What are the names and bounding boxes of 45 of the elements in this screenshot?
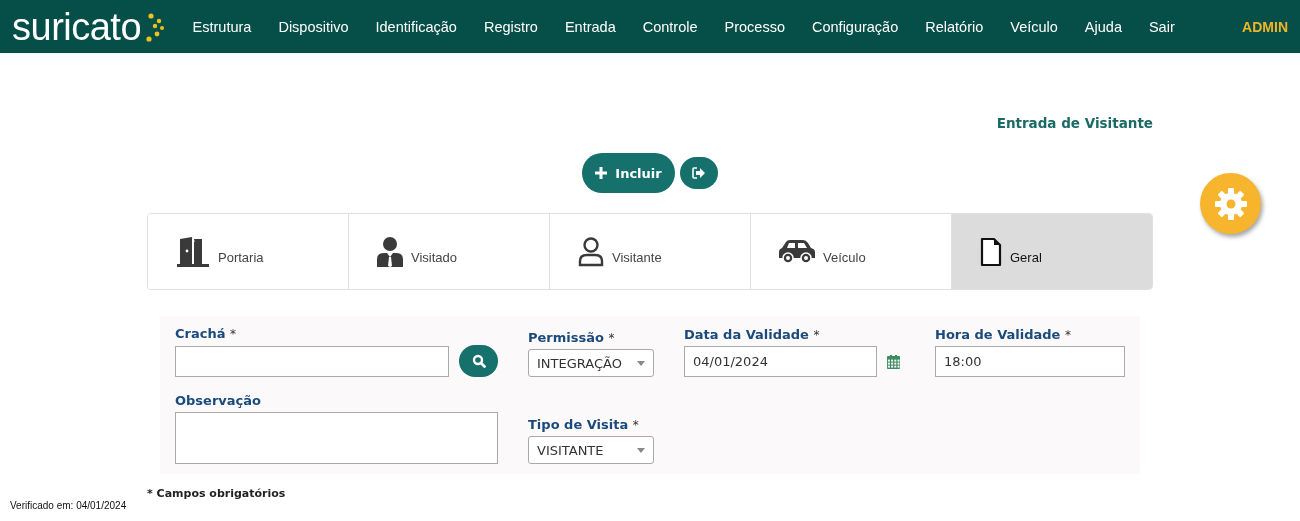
nav-menu-item[interactable]: Processo <box>711 18 799 35</box>
observation-textarea[interactable] <box>175 412 498 464</box>
logo-text: suricato <box>12 7 142 46</box>
gear-icon <box>1213 186 1248 221</box>
field-label: Permissão * <box>528 330 616 345</box>
car-icon <box>779 239 815 264</box>
nav-menu-item[interactable]: Estrutura <box>179 18 265 35</box>
field-label: Observação <box>175 393 262 408</box>
field-label: Hora de Validade * <box>935 327 1072 342</box>
exit-button[interactable] <box>679 157 718 189</box>
page-title: Entrada de Visitante <box>996 115 1153 131</box>
nav-menu-item[interactable]: Registro <box>470 18 552 35</box>
nav-menu-item[interactable]: Sair <box>1135 18 1189 35</box>
search-icon <box>471 354 486 368</box>
include-button[interactable]: Incluir <box>582 153 675 193</box>
calendar-icon[interactable] <box>887 354 900 369</box>
field-label: Tipo de Visita * <box>528 417 640 432</box>
nav-menu-item[interactable]: Dispositivo <box>264 18 362 35</box>
businessman-icon <box>377 236 403 267</box>
door-icon <box>176 236 210 267</box>
nav-menu-item[interactable]: Veículo <box>996 18 1072 35</box>
nav-menu-item[interactable]: Ajuda <box>1071 18 1136 35</box>
field-label: Data da Validade * <box>684 327 821 342</box>
search-button[interactable] <box>459 345 498 377</box>
user-menu[interactable]: ADMIN <box>1242 18 1288 35</box>
nav-menu-item[interactable]: Relatório <box>911 18 997 35</box>
document-icon <box>980 236 1002 267</box>
wizard-step-tab[interactable]: Portaria <box>148 214 349 289</box>
plus-icon <box>595 167 608 179</box>
dots-icon <box>143 11 166 42</box>
select-dropdown[interactable]: INTEGRAÇÃO <box>528 349 654 377</box>
nav-menu-item[interactable]: Identificação <box>362 18 471 35</box>
nav-menu-item[interactable]: Entrada <box>551 18 630 35</box>
date-field[interactable]: 04/01/2024 <box>684 346 877 377</box>
field-label: Crachá * <box>175 326 237 341</box>
verification-date: Verificado em: 04/01/2024 <box>10 500 127 511</box>
nav-menu-item[interactable]: Controle <box>629 18 712 35</box>
time-field[interactable]: 18:00 <box>935 346 1125 377</box>
badge-input-field[interactable] <box>175 345 449 377</box>
exit-icon <box>691 167 706 179</box>
nav-menu-item[interactable]: Configuração <box>798 18 912 35</box>
required-fields-note: * Campos obrigatórios <box>147 487 287 500</box>
select-dropdown[interactable]: VISITANTE <box>528 436 654 464</box>
person-icon <box>578 236 604 267</box>
wizard-step-tab[interactable]: Geral <box>952 214 1152 289</box>
